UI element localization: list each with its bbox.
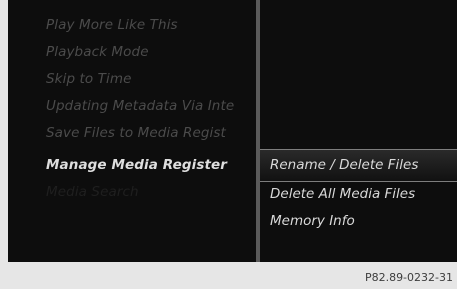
submenu-panel: Rename / Delete Files Delete All Media F… [260,0,457,262]
menu-item-media-search[interactable]: Media Search [46,184,139,200]
submenu-item-delete-all-media-files[interactable]: Delete All Media Files [270,186,415,202]
main-menu: Play More Like This Playback Mode Skip t… [8,0,256,262]
menu-item-updating-metadata[interactable]: Updating Metadata Via Inte [46,98,234,114]
menu-item-play-more-like-this[interactable]: Play More Like This [46,17,178,33]
submenu-item-memory-info[interactable]: Memory Info [270,213,355,229]
menu-item-save-files[interactable]: Save Files to Media Regist [46,125,226,141]
media-menu-screen: Play More Like This Playback Mode Skip t… [8,0,457,262]
menu-item-playback-mode[interactable]: Playback Mode [46,44,149,60]
menu-item-skip-to-time[interactable]: Skip to Time [46,71,132,87]
submenu-item-rename-delete-files[interactable]: Rename / Delete Files [270,157,418,173]
reference-code: P82.89-0232-31 [364,271,453,284]
left-border [0,0,8,289]
menu-item-manage-media-register[interactable]: Manage Media Register [46,157,227,173]
